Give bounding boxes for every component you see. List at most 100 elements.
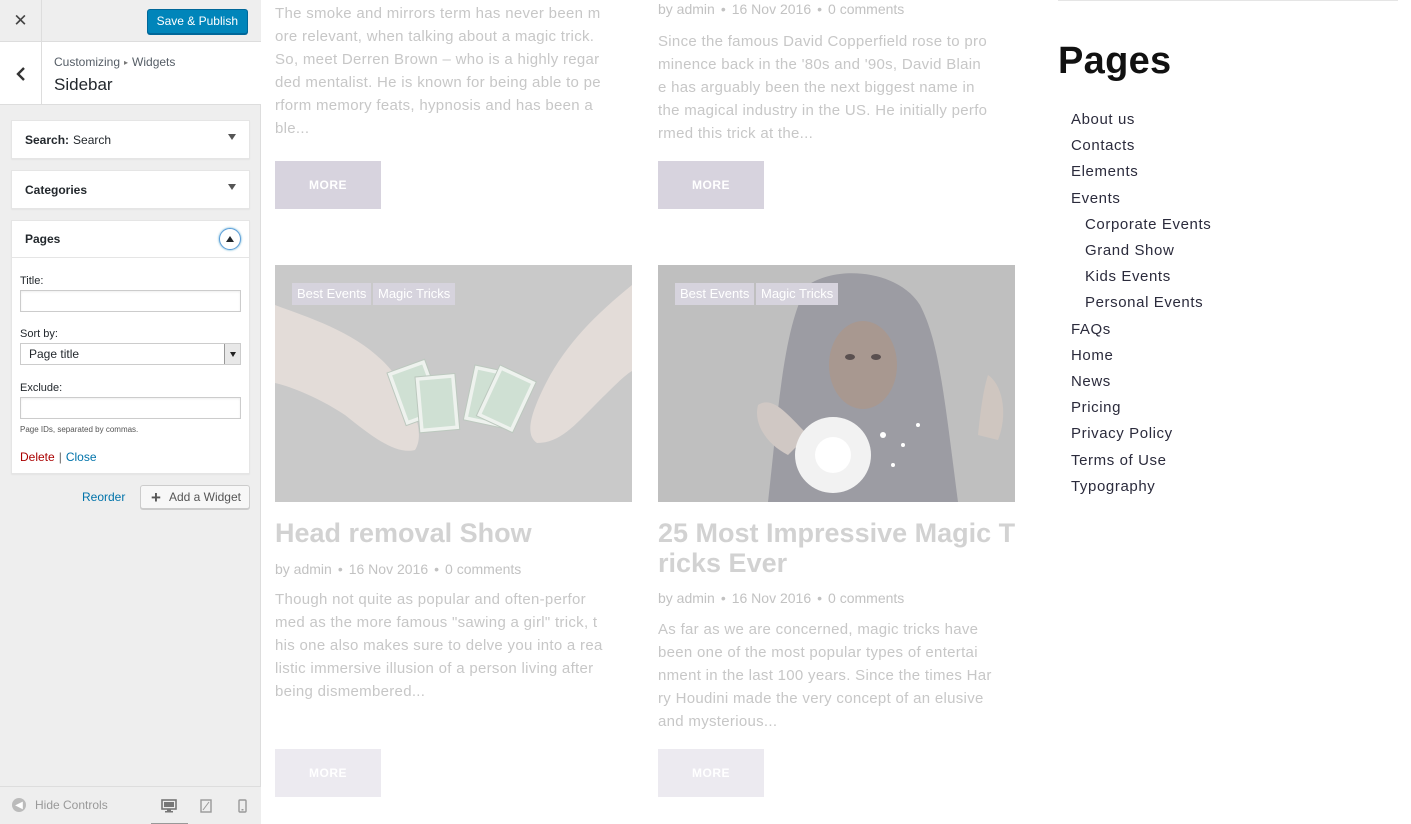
tag-best-events[interactable]: Best Events xyxy=(675,283,755,305)
post-comments[interactable]: 0 comments xyxy=(828,590,904,606)
tag-magic-tricks[interactable]: Magic Tricks xyxy=(756,283,839,305)
page-link[interactable]: Typography xyxy=(1071,478,1155,495)
excerpt-line: med as the more famous "sawing a girl" t… xyxy=(275,614,598,631)
customizer-window: ✕ Save & Publish Customizing ▸ Widgets Sid… xyxy=(0,0,1411,824)
excerpt-line: being dismembered... xyxy=(275,683,426,700)
save-publish-button[interactable]: Save & Publish xyxy=(146,9,248,34)
excerpt-line: ded mentalist. He is known for being abl… xyxy=(275,74,601,91)
widget-pages-name: Pages xyxy=(25,232,61,246)
page-link[interactable]: About us xyxy=(1071,111,1135,128)
post-meta: by admin • 16 Nov 2016 • 0 comments xyxy=(658,590,905,606)
page-link[interactable]: Personal Events xyxy=(1085,294,1203,311)
post-date[interactable]: 16 Nov 2016 xyxy=(349,561,428,577)
expand-arrow-icon[interactable] xyxy=(228,134,236,140)
post-title[interactable]: Head removal Show xyxy=(275,518,532,548)
section-title: Sidebar xyxy=(54,75,113,94)
page-link[interactable]: Home xyxy=(1071,347,1113,364)
excerpt-line: his one also makes sure to delve you int… xyxy=(275,637,603,654)
sort-by-label: Sort by: xyxy=(20,328,58,340)
widget-pages-header[interactable]: Pages xyxy=(12,221,249,258)
panel-header: ✕ Save & Publish xyxy=(0,0,261,42)
post-date[interactable]: 16 Nov 2016 xyxy=(732,590,811,606)
exclude-input[interactable] xyxy=(20,397,241,419)
widget-search-name: Search: xyxy=(25,132,70,147)
page-link[interactable]: Contacts xyxy=(1071,137,1135,154)
post-author[interactable]: by admin xyxy=(658,1,715,17)
post-image-magician[interactable]: Best Events Magic Tricks xyxy=(658,265,1015,502)
title-input[interactable] xyxy=(20,290,241,312)
close-icon: ✕ xyxy=(13,11,28,30)
post-date[interactable]: 16 Nov 2016 xyxy=(732,1,811,17)
page-link[interactable]: Events xyxy=(1071,190,1120,207)
preview-desktop-button[interactable] xyxy=(151,795,188,824)
post-comments[interactable]: 0 comments xyxy=(445,561,521,577)
post-image-cards[interactable]: Best Events Magic Tricks xyxy=(275,265,632,502)
widget-categories-header[interactable]: Categories xyxy=(12,171,249,208)
title-line: ricks Ever xyxy=(658,548,788,578)
title-line: 25 Most Impressive Magic T xyxy=(658,518,1016,548)
page-link[interactable]: Pricing xyxy=(1071,399,1121,416)
close-link[interactable]: Close xyxy=(66,450,97,464)
page-link[interactable]: Elements xyxy=(1071,163,1138,180)
more-button[interactable]: MORE xyxy=(658,161,764,209)
chevron-up-icon xyxy=(226,236,234,242)
widget-search-header[interactable]: Search: Search xyxy=(12,121,249,158)
excerpt-line: the magical industry in the US. He initi… xyxy=(658,102,988,119)
add-widget-button[interactable]: + Add a Widget xyxy=(140,485,250,509)
more-button[interactable]: MORE xyxy=(658,749,764,797)
page-link[interactable]: Corporate Events xyxy=(1085,216,1211,233)
page-link[interactable]: News xyxy=(1071,373,1111,390)
tag-magic-tricks[interactable]: Magic Tricks xyxy=(373,283,456,305)
post-author[interactable]: by admin xyxy=(275,561,332,577)
excerpt-line: been one of the most popular types of en… xyxy=(658,644,978,661)
widget-pages: Pages Title: Sort by: Page title Exclude… xyxy=(11,220,250,474)
tablet-icon xyxy=(200,799,212,813)
page-link[interactable]: Terms of Use xyxy=(1071,452,1167,469)
back-button[interactable] xyxy=(0,42,42,105)
dropdown-arrow-icon[interactable] xyxy=(224,344,240,364)
breadcrumb: Customizing ▸ Widgets xyxy=(54,55,175,69)
excerpt-line: and mysterious... xyxy=(658,713,778,730)
excerpt-line: As far as we are concerned, magic tricks… xyxy=(658,621,979,638)
post-author[interactable]: by admin xyxy=(658,590,715,606)
hide-controls-button[interactable]: ◀ Hide Controls xyxy=(12,798,108,812)
sort-by-select[interactable]: Page title xyxy=(20,343,241,365)
delete-link[interactable]: Delete xyxy=(20,450,55,464)
chevron-left-icon xyxy=(15,66,25,81)
collapse-icon: ◀ xyxy=(12,798,26,812)
preview-mobile-button[interactable] xyxy=(231,795,253,817)
tag-best-events[interactable]: Best Events xyxy=(292,283,372,305)
excerpt-line: rmed this trick at the... xyxy=(658,125,814,142)
collapse-toggle[interactable] xyxy=(219,228,241,250)
post-title[interactable]: 25 Most Impressive Magic T ricks Ever xyxy=(658,518,1018,578)
page-link[interactable]: Kids Events xyxy=(1085,268,1171,285)
preview-tablet-button[interactable] xyxy=(195,795,217,817)
post-excerpt: Since the famous David Copperfield rose … xyxy=(658,30,1018,145)
action-separator: | xyxy=(58,450,62,464)
reorder-link[interactable]: Reorder xyxy=(82,490,125,504)
site-preview: The smoke and mirrors term has never bee… xyxy=(262,0,1411,824)
add-widget-label: Add a Widget xyxy=(168,490,241,504)
mobile-icon xyxy=(237,799,247,813)
widget-search-subtitle: Search xyxy=(73,132,112,147)
sidebar-divider xyxy=(1058,0,1398,1)
excerpt-line: Though not quite as popular and often-pe… xyxy=(275,591,586,608)
post-comments[interactable]: 0 comments xyxy=(828,1,904,17)
close-customizer-button[interactable]: ✕ xyxy=(0,0,42,42)
more-button[interactable]: MORE xyxy=(275,161,381,209)
expand-arrow-icon[interactable] xyxy=(228,184,236,190)
desktop-icon xyxy=(161,799,177,813)
page-link[interactable]: Privacy Policy xyxy=(1071,425,1173,442)
more-button[interactable]: MORE xyxy=(275,749,381,797)
widget-actions: Delete | Close xyxy=(20,450,97,464)
post-excerpt: The smoke and mirrors term has never bee… xyxy=(275,2,635,140)
hide-controls-label: Hide Controls xyxy=(35,798,108,812)
pages-widget-title: Pages xyxy=(1058,40,1172,82)
plus-icon: + xyxy=(151,487,161,507)
post-excerpt: Though not quite as popular and often-pe… xyxy=(275,588,635,703)
panel-footer: ◀ Hide Controls xyxy=(0,786,261,824)
page-link[interactable]: Grand Show xyxy=(1085,242,1174,259)
sort-by-value: Page title xyxy=(29,347,80,361)
page-link[interactable]: FAQs xyxy=(1071,321,1111,338)
excerpt-line: The smoke and mirrors term has never bee… xyxy=(275,5,601,22)
